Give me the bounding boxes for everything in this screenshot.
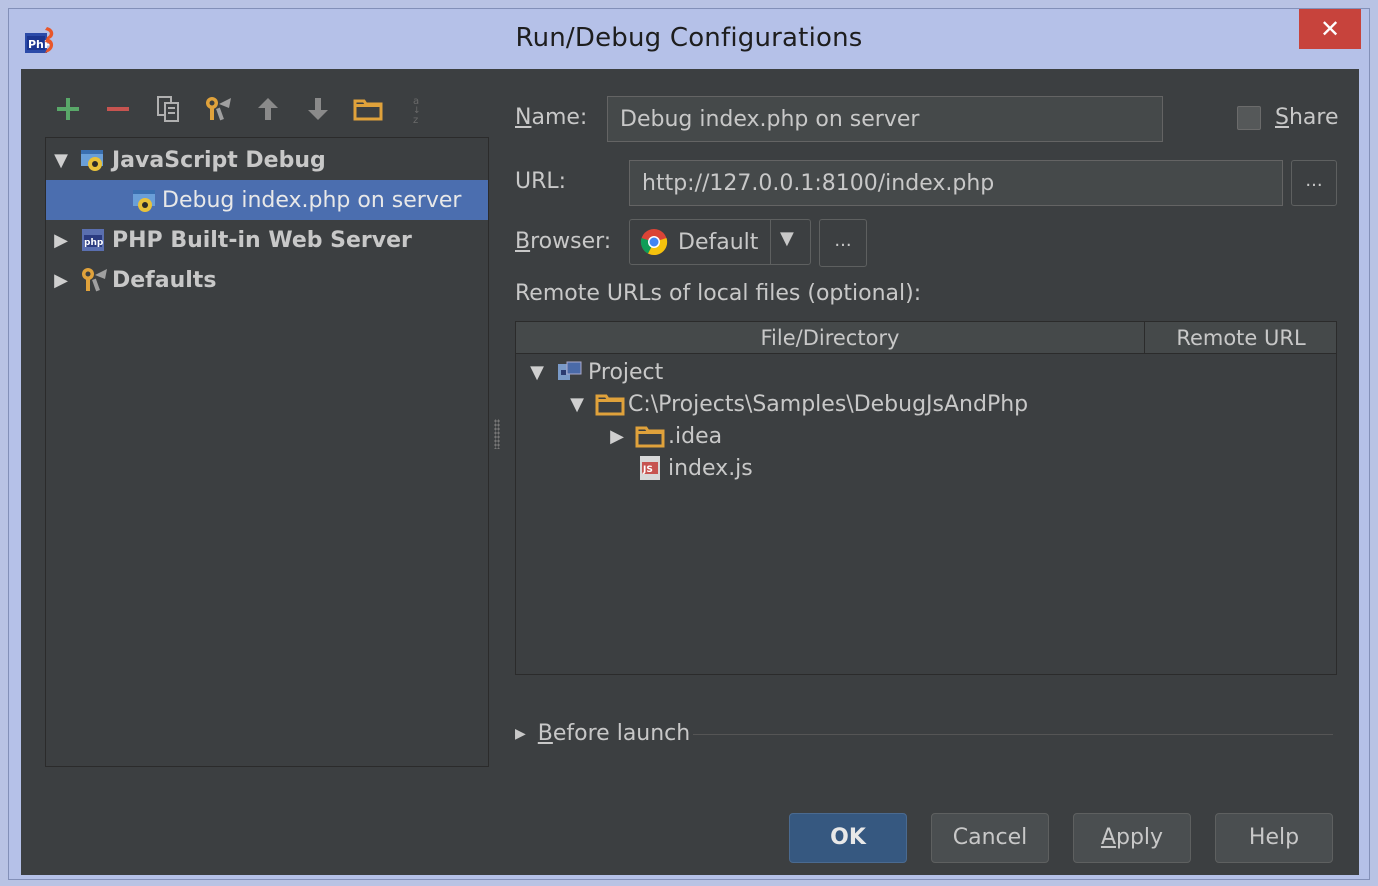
tree-item-php-built-in-web-server[interactable]: ▶ php PHP Built-in Web Server (46, 220, 488, 260)
minus-icon (107, 107, 129, 111)
dialog-window: PhP Run/Debug Configurations ✕ a ↓ z ▼ J… (8, 8, 1370, 880)
name-label: Name: (515, 105, 588, 130)
folder-icon (592, 390, 628, 418)
tree-row-label: .idea (668, 423, 723, 449)
svg-text:z: z (413, 115, 418, 125)
javascript-debug-icon (76, 146, 112, 174)
tree-item-debug-index-php[interactable]: Debug index.php on server (46, 180, 488, 220)
url-browse-button[interactable]: ... (1291, 160, 1337, 206)
splitter-handle[interactable] (494, 419, 500, 449)
browser-settings-button[interactable]: ... (819, 219, 867, 267)
edit-defaults-button[interactable] (193, 91, 243, 127)
title-bar[interactable]: PhP Run/Debug Configurations ✕ (9, 9, 1369, 69)
expand-arrow-icon[interactable]: ▶ (602, 426, 632, 447)
url-label: URL: (515, 169, 567, 194)
ok-button[interactable]: OK (789, 813, 907, 863)
tree-row-label: C:\Projects\Samples\DebugJsAndPhp (628, 391, 1029, 417)
browser-label: Browser: (515, 229, 612, 254)
table-row[interactable]: ▶ .idea (602, 420, 722, 452)
svg-text:JS: JS (642, 465, 653, 475)
plus-icon (57, 98, 79, 120)
create-folder-button[interactable] (343, 91, 393, 127)
tree-item-label: PHP Built-in Web Server (112, 227, 412, 253)
table-row[interactable]: ▼ C:\Projects\Samples\DebugJsAndPhp (562, 388, 1028, 420)
table-row[interactable]: ▼ Project (522, 356, 663, 388)
before-launch-label: efore launch (552, 721, 691, 746)
sort-alphabetically-button[interactable]: a ↓ z (393, 91, 443, 127)
tree-row-label: index.js (668, 455, 753, 481)
config-toolbar: a ↓ z (43, 91, 443, 127)
sort-az-icon: a↓z (413, 96, 421, 125)
wrench-settings-icon (206, 97, 231, 121)
remove-configuration-button[interactable] (93, 91, 143, 127)
add-configuration-button[interactable] (43, 91, 93, 127)
expand-arrow-icon[interactable]: ▶ (46, 270, 76, 291)
copy-icon (157, 96, 179, 122)
tree-item-label: Debug index.php on server (162, 187, 462, 213)
chevron-down-icon[interactable]: ▼ (780, 228, 794, 249)
chrome-icon (640, 229, 668, 256)
remote-urls-table[interactable]: File/Directory Remote URL ▼ Project ▼ C:… (515, 321, 1337, 675)
help-button[interactable]: Help (1215, 813, 1333, 863)
javascript-file-icon: JS (632, 454, 668, 482)
expand-arrow-icon[interactable]: ▼ (562, 394, 592, 415)
tree-item-defaults[interactable]: ▶ Defaults (46, 260, 488, 300)
tree-item-label: Defaults (112, 267, 217, 293)
javascript-debug-config-icon (130, 186, 162, 214)
before-launch-section[interactable]: ▶ Before launch (515, 721, 690, 746)
svg-text:php: php (84, 238, 104, 248)
arrow-up-icon (258, 98, 278, 120)
column-header-remote-url[interactable]: Remote URL (1145, 322, 1337, 354)
move-up-button[interactable] (243, 91, 293, 127)
expand-arrow-icon[interactable]: ▼ (522, 362, 552, 383)
tree-item-javascript-debug[interactable]: ▼ JavaScript Debug (46, 140, 488, 180)
expand-arrow-icon[interactable]: ▶ (515, 726, 526, 742)
window-title: Run/Debug Configurations (515, 23, 863, 53)
column-header-file-directory[interactable]: File/Directory (516, 322, 1144, 354)
close-button[interactable]: ✕ (1299, 9, 1361, 49)
table-row[interactable]: JS index.js (632, 452, 753, 484)
apply-button[interactable]: Apply (1073, 813, 1191, 863)
folder-icon (353, 99, 383, 121)
php-server-icon: php (76, 226, 112, 254)
tree-item-label: JavaScript Debug (112, 147, 326, 173)
project-icon (552, 358, 588, 386)
wrench-settings-icon (76, 266, 112, 294)
share-label[interactable]: Share (1275, 105, 1339, 130)
tree-row-label: Project (588, 359, 664, 385)
expand-arrow-icon[interactable]: ▼ (46, 150, 76, 171)
move-down-button[interactable] (293, 91, 343, 127)
table-header: File/Directory Remote URL (516, 322, 1336, 354)
browser-select[interactable]: Default ▼ (629, 219, 811, 265)
url-input[interactable]: http://127.0.0.1:8100/index.php (629, 160, 1283, 206)
copy-configuration-button[interactable] (143, 91, 193, 127)
configurations-tree[interactable]: ▼ JavaScript Debug Debug index.php on se… (45, 137, 489, 767)
share-checkbox[interactable] (1237, 106, 1261, 130)
browser-selected-value: Default (678, 229, 759, 255)
expand-arrow-icon[interactable]: ▶ (46, 230, 76, 251)
cancel-button[interactable]: Cancel (931, 813, 1049, 863)
folder-icon (632, 422, 668, 450)
remote-urls-label: Remote URLs of local files (optional): (515, 281, 922, 306)
arrow-down-icon (308, 98, 328, 120)
name-input[interactable]: Debug index.php on server (607, 96, 1163, 142)
dialog-content: a ↓ z ▼ JavaScript Debug Debug index.php o… (21, 69, 1359, 875)
divider (693, 734, 1333, 735)
